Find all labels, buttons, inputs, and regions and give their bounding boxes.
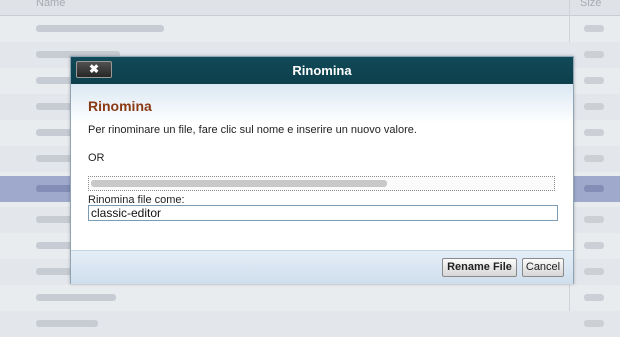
file-list-header: Name Size	[0, 0, 620, 16]
file-row[interactable]	[0, 16, 620, 42]
dialog-footer: Rename File Cancel	[71, 250, 573, 284]
file-row[interactable]	[0, 285, 620, 311]
dialog-body: Rinomina Per rinominare un file, fare cl…	[71, 84, 573, 250]
file-row[interactable]	[0, 311, 620, 337]
dialog-instruction: Per rinominare un file, fare clic sul no…	[88, 124, 417, 136]
blurred-path	[91, 180, 387, 187]
column-header-name[interactable]: Name	[36, 0, 65, 9]
dialog-titlebar[interactable]: ✖ Rinomina	[71, 57, 573, 84]
or-separator: OR	[88, 152, 105, 164]
dialog-heading: Rinomina	[88, 98, 152, 114]
dialog-title: Rinomina	[292, 63, 352, 78]
original-path-field	[88, 176, 555, 191]
cancel-button[interactable]: Cancel	[522, 258, 564, 277]
column-header-size[interactable]: Size	[580, 0, 601, 9]
rename-file-button[interactable]: Rename File	[442, 258, 517, 277]
rename-dialog: ✖ Rinomina Rinomina Per rinominare un fi…	[70, 56, 574, 284]
new-name-input[interactable]	[88, 205, 558, 221]
